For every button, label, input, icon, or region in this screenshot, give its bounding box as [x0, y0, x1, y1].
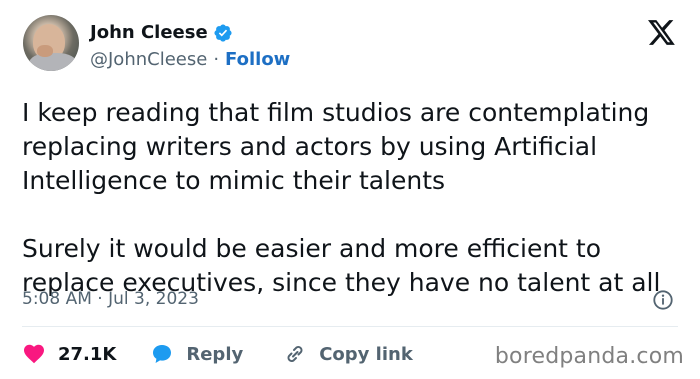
x-logo-icon[interactable] [648, 20, 676, 46]
like-button[interactable]: 27.1K [22, 342, 116, 366]
follow-button[interactable]: Follow [225, 49, 290, 70]
tweet-text: I keep reading that film studios are con… [22, 96, 684, 300]
tweet-timestamp[interactable]: 5:08 AM · Jul 3, 2023 [22, 289, 199, 309]
separator-dot: · [213, 49, 220, 70]
divider [22, 326, 678, 327]
info-icon[interactable] [652, 289, 674, 311]
reply-bubble-icon [153, 345, 172, 363]
watermark: boredpanda.com [494, 344, 684, 369]
copy-link-label: Copy link [319, 343, 413, 365]
author-name-row: John Cleese [90, 22, 233, 43]
author-name[interactable]: John Cleese [90, 22, 208, 43]
author-handle-row: @JohnCleese · Follow [90, 49, 290, 70]
verified-badge-icon [213, 23, 233, 43]
heart-icon [24, 344, 44, 364]
tweet-actions: 27.1K Reply Copy link [22, 340, 413, 368]
reply-label: Reply [186, 343, 244, 365]
avatar-hand [37, 45, 53, 57]
tweet-paragraph-1: I keep reading that film studios are con… [22, 98, 650, 195]
copy-link-button[interactable]: Copy link [283, 342, 413, 366]
link-icon [287, 346, 303, 362]
avatar[interactable] [23, 15, 79, 71]
author-handle[interactable]: @JohnCleese [90, 49, 207, 70]
avatar-shirt [29, 53, 77, 71]
reply-button[interactable]: Reply [150, 342, 243, 366]
likes-count: 27.1K [58, 343, 117, 365]
